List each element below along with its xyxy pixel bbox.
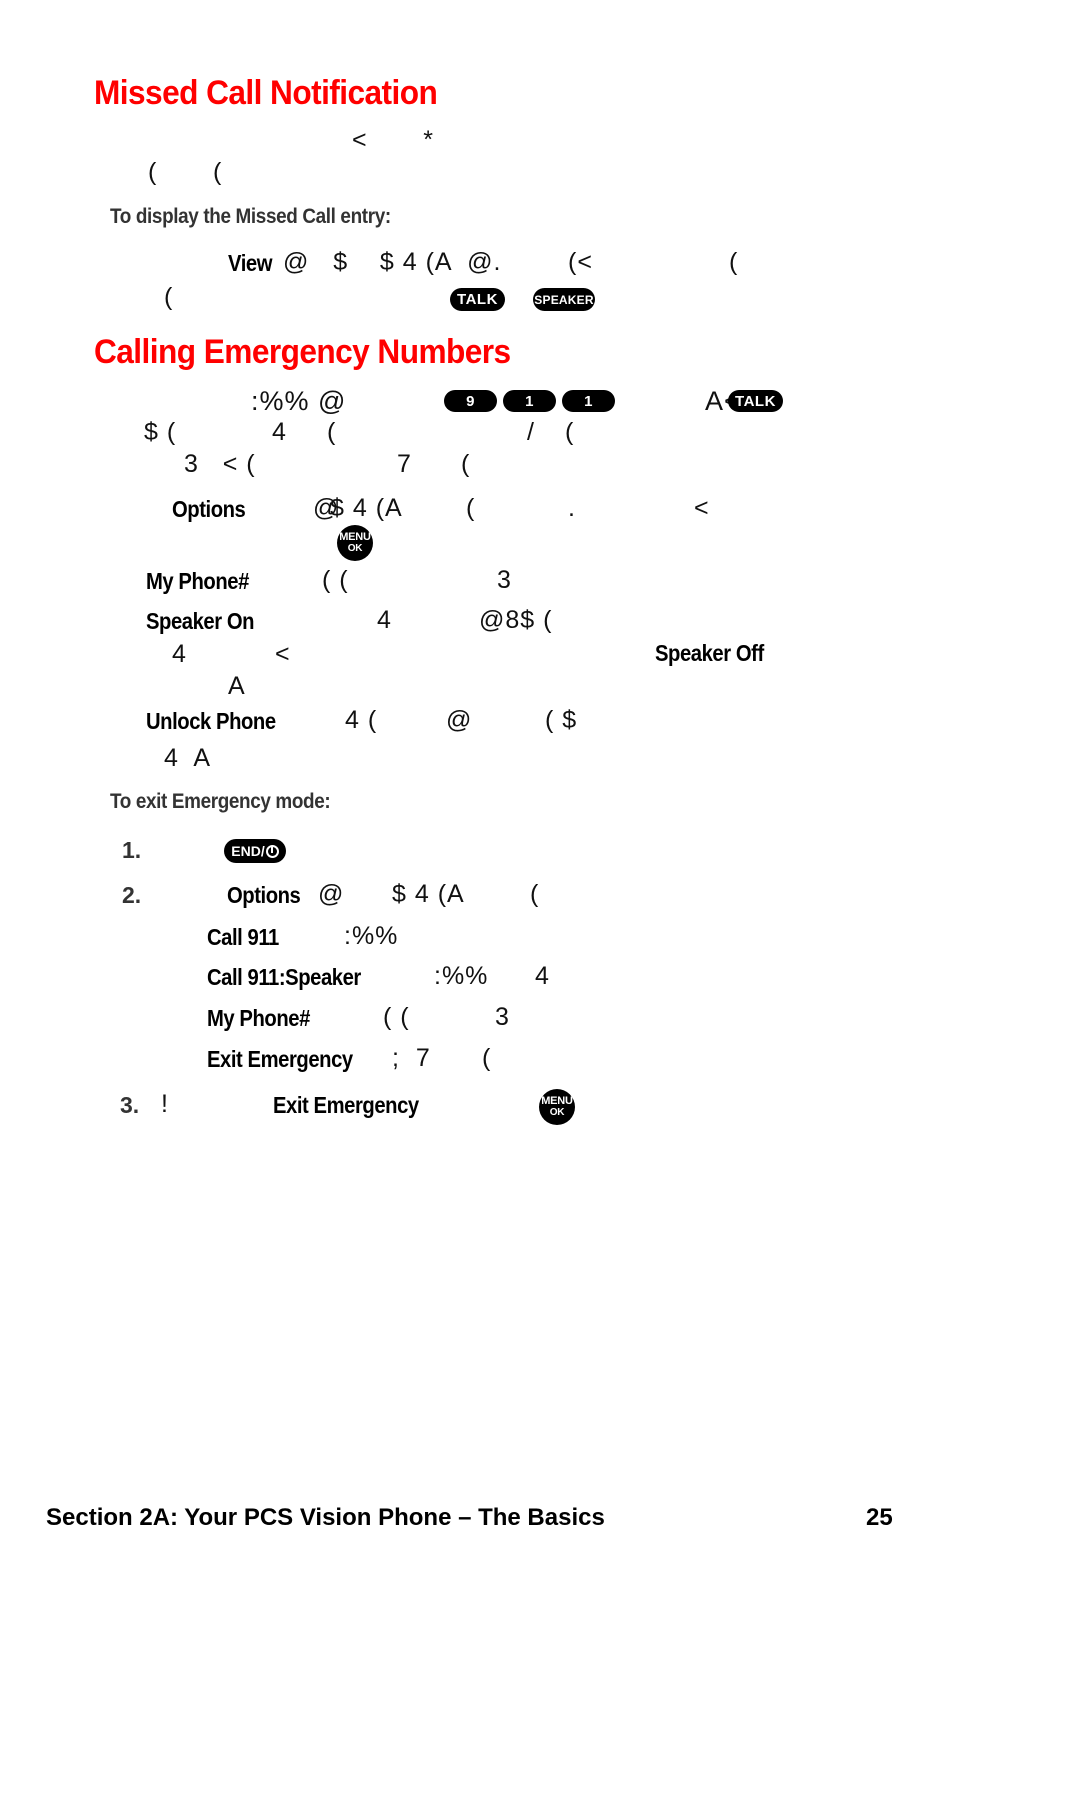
emergency-options-glyphs-d: .: [568, 494, 576, 522]
missed-call-intro-line-2: ( (: [148, 158, 223, 186]
key-badge-menu-ok-step3-line2: OK: [549, 1106, 565, 1118]
term-exit-emergency-item: Exit Emergency: [207, 1046, 353, 1072]
key-badge-1-second: 1: [562, 390, 615, 412]
item-my-phone-glyphs-b: 3: [495, 1003, 510, 1031]
key-badge-talk-emergency-label: TALK: [735, 392, 776, 410]
emergency-speakeron-glyphs-a: 4: [377, 606, 392, 634]
key-badge-talk-label: TALK: [457, 291, 498, 308]
missed-call-step-glyphs-c: (: [729, 248, 739, 276]
emergency-options-glyphs-e: <: [694, 494, 710, 522]
emergency-myphone-glyphs-b: 3: [497, 566, 512, 594]
emergency-line-2-a: $ (: [144, 418, 177, 446]
item-call-911-speaker-glyphs-b: 4: [535, 962, 550, 990]
key-badge-9-label: 9: [466, 392, 475, 410]
key-badge-1-first: 1: [503, 390, 556, 412]
missed-call-step-glyphs-b: (<: [568, 248, 593, 276]
footer-section-label: Section 2A: Your PCS Vision Phone – The …: [46, 1504, 605, 1531]
term-exit-emergency-step3: Exit Emergency: [273, 1092, 419, 1118]
term-my-phone-number-step2: My Phone#: [207, 1005, 310, 1031]
step3-glyph: !: [161, 1090, 169, 1118]
term-speaker-on: Speaker On: [146, 608, 255, 634]
footer-page-number: 25: [866, 1504, 893, 1531]
step2-glyphs-b: $ 4 (A: [392, 880, 465, 908]
emergency-speakeron-glyphs-b: @8$ (: [479, 606, 553, 634]
key-badge-9: 9: [444, 390, 497, 412]
term-options: Options: [172, 496, 246, 522]
term-call-911-speaker: Call 911:Speaker: [207, 964, 361, 990]
emergency-line-2-b: 4: [272, 418, 287, 446]
emergency-line-3-a: 3 < (: [184, 450, 256, 478]
section-heading-missed-call: Missed Call Notification: [94, 74, 438, 112]
emergency-line-1-glyphs: :%% @: [251, 386, 347, 416]
emergency-options-glyphs-c: (: [466, 494, 476, 522]
item-exit-emergency-glyphs-b: (: [482, 1044, 492, 1072]
item-call-911-speaker-glyphs-a: :%%: [434, 962, 489, 990]
term-call-911: Call 911: [207, 924, 279, 950]
step-2-number: 2.: [122, 882, 142, 908]
key-badge-talk: TALK: [450, 288, 505, 311]
document-page: Missed Call Notification < * ( ( To disp…: [0, 0, 1080, 1800]
term-speaker-off: Speaker Off: [655, 640, 764, 666]
emergency-myphone-glyphs-a: ( (: [322, 566, 349, 594]
term-options-step2: Options: [227, 882, 301, 908]
term-view: View: [228, 250, 272, 276]
step-1-number: 1.: [122, 837, 142, 863]
missed-call-step-line-2: (: [164, 283, 174, 311]
emergency-line-2-d: /: [527, 418, 535, 446]
key-badge-menu-ok-step3-line1: MENU: [541, 1095, 573, 1108]
item-exit-emergency-glyphs-a: ; 7: [392, 1044, 431, 1072]
emergency-speakeron-line2-a: 4: [172, 640, 187, 668]
key-badge-menu-ok: MENU OK: [337, 525, 373, 561]
item-my-phone-glyphs-a: ( (: [383, 1003, 410, 1031]
key-badge-menu-ok-step3: MENU OK: [539, 1089, 575, 1125]
key-badge-end-label: END/: [231, 843, 265, 859]
item-call-911-glyphs: :%%: [344, 922, 399, 950]
step-3-number: 3.: [120, 1092, 140, 1118]
emergency-speakeron-line3: A: [228, 672, 246, 700]
key-badge-end-power: END/: [224, 839, 286, 863]
missed-call-step-glyphs-a: @ $ $ 4 (A @.: [283, 248, 502, 276]
subhead-to-exit-emergency-mode: To exit Emergency mode:: [110, 790, 331, 813]
emergency-unlock-glyphs-a: 4 (: [345, 706, 378, 734]
emergency-line-2-e: (: [565, 418, 575, 446]
emergency-line-2-c: (: [327, 418, 337, 446]
key-badge-menu-ok-line1: MENU: [339, 531, 371, 544]
term-unlock-phone: Unlock Phone: [146, 708, 276, 734]
emergency-unlock-glyphs-c: ( $: [545, 706, 578, 734]
key-badge-speaker: SPEAKER: [533, 288, 595, 311]
key-badge-1-second-label: 1: [584, 392, 593, 410]
emergency-unlock-glyphs-b: @: [446, 706, 473, 734]
step2-glyphs-c: (: [530, 880, 540, 908]
emergency-line-3-b: 7: [397, 450, 412, 478]
key-badge-talk-emergency: TALK: [728, 390, 783, 412]
missed-call-intro-line-1: < *: [352, 126, 434, 154]
emergency-options-glyphs-b: $ 4 (A: [330, 494, 403, 522]
power-icon: [265, 844, 279, 858]
key-badge-speaker-label: SPEAKER: [534, 292, 594, 307]
emergency-speakeron-line2-b: <: [275, 640, 291, 668]
subhead-to-display-missed-call: To display the Missed Call entry:: [110, 205, 391, 228]
key-badge-1-first-label: 1: [525, 392, 534, 410]
term-my-phone-number: My Phone#: [146, 568, 249, 594]
section-heading-calling-emergency: Calling Emergency Numbers: [94, 333, 511, 371]
key-badge-menu-ok-line2: OK: [347, 542, 363, 554]
emergency-line-3-c: (: [461, 450, 471, 478]
step2-glyphs-a: @: [318, 880, 345, 908]
emergency-unlock-line2: 4 A: [164, 744, 212, 772]
